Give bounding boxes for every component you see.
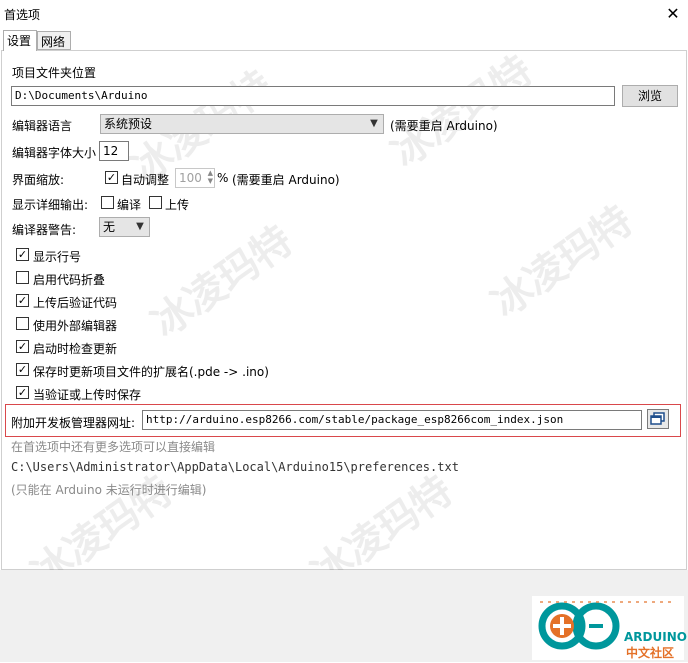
- font-size-input[interactable]: 12: [99, 141, 129, 161]
- code-folding-label: 启用代码折叠: [33, 273, 106, 287]
- board-manager-url-input[interactable]: http://arduino.esp8266.com/stable/packag…: [142, 410, 642, 430]
- compiler-warnings-value: 无: [103, 220, 116, 234]
- edit-note: (只能在 Arduino 未运行时进行编辑): [11, 483, 207, 497]
- browse-button[interactable]: 浏览: [622, 85, 678, 107]
- verify-upload-checkbox[interactable]: ✓: [16, 294, 29, 307]
- scale-spinner-value: 100: [179, 171, 202, 185]
- arduino-cn-logo: ARDUINO 中文社区: [532, 596, 687, 660]
- save-on-verify-label: 当验证或上传时保存: [33, 388, 142, 402]
- title-bar: [0, 0, 688, 28]
- code-folding-checkbox[interactable]: [16, 271, 29, 284]
- percent-sign: %: [217, 171, 229, 185]
- update-extension-checkbox[interactable]: ✓: [16, 363, 29, 376]
- chevron-down-icon: ▼: [370, 118, 378, 129]
- verbose-compile-checkbox[interactable]: [101, 196, 114, 209]
- auto-scale-checkbox[interactable]: ✓: [105, 171, 118, 184]
- editor-language-note: (需要重启 Arduino): [390, 117, 498, 134]
- compiler-warnings-label: 编译器警告:: [12, 223, 77, 237]
- spinner-arrows-icon: ▲ ▼: [207, 169, 213, 185]
- scaling-label: 界面缩放:: [12, 173, 65, 187]
- verbose-upload-label: 上传: [165, 198, 190, 212]
- tab-settings[interactable]: 设置: [3, 30, 37, 51]
- verbose-compile-label: 编译: [117, 198, 142, 212]
- verify-upload-label: 上传后验证代码: [33, 296, 118, 310]
- more-prefs-hint: 在首选项中还有更多选项可以直接编辑: [11, 440, 216, 454]
- line-numbers-checkbox[interactable]: ✓: [16, 248, 29, 261]
- font-size-label: 编辑器字体大小: [12, 146, 97, 160]
- sketchbook-path-input[interactable]: D:\Documents\Arduino: [11, 86, 615, 106]
- prefs-path: C:\Users\Administrator\AppData\Local\Ard…: [11, 460, 459, 474]
- update-extension-label: 保存时更新项目文件的扩展名(.pde -> .ino): [33, 365, 269, 379]
- check-updates-checkbox[interactable]: ✓: [16, 340, 29, 353]
- tab-network[interactable]: 网络: [37, 31, 71, 50]
- sketchbook-label: 项目文件夹位置: [12, 66, 97, 80]
- window-icon: [650, 412, 665, 425]
- board-manager-label: 附加开发板管理器网址:: [11, 416, 136, 430]
- scaling-note: (需要重启 Arduino): [232, 173, 340, 187]
- editor-language-note-text: (需要重启 Arduino): [390, 119, 498, 133]
- line-numbers-label: 显示行号: [33, 250, 82, 264]
- save-on-verify-checkbox[interactable]: ✓: [16, 386, 29, 399]
- auto-scale-label: 自动调整: [121, 173, 170, 187]
- chevron-down-icon: ▼: [136, 221, 144, 232]
- verbose-label: 显示详细输出:: [12, 198, 89, 212]
- check-updates-label: 启动时检查更新: [33, 342, 118, 356]
- compiler-warnings-select[interactable]: 无 ▼: [99, 217, 150, 237]
- window-title: 首选项: [4, 8, 41, 22]
- scale-spinner[interactable]: 100 ▲ ▼: [175, 168, 215, 188]
- editor-language-select[interactable]: 系统预设 ▼: [100, 114, 384, 134]
- editor-language-label: 编辑器语言: [12, 119, 73, 133]
- open-url-list-button[interactable]: [647, 409, 669, 429]
- logo-subtitle: 中文社区: [626, 646, 675, 660]
- verbose-upload-checkbox[interactable]: [149, 196, 162, 209]
- external-editor-label: 使用外部编辑器: [33, 319, 118, 333]
- logo-name: ARDUINO: [624, 630, 687, 644]
- external-editor-checkbox[interactable]: [16, 317, 29, 330]
- editor-language-value: 系统预设: [104, 117, 153, 131]
- close-icon[interactable]: ✕: [662, 3, 684, 25]
